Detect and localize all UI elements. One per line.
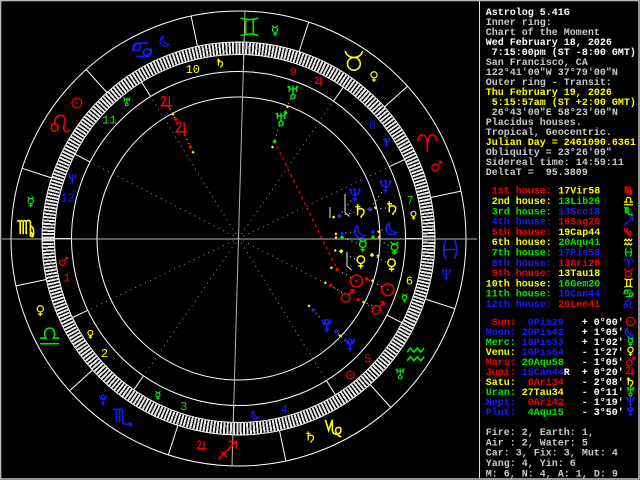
svg-text:17Pis58: 17Pis58 (558, 248, 600, 260)
svg-text:13Lib26: 13Lib26 (558, 196, 600, 208)
svg-text:13Ari26: 13Ari26 (558, 258, 600, 270)
svg-text:7: 7 (407, 194, 414, 208)
svg-text:7th house:: 7th house: (486, 248, 552, 260)
svg-text:4Aqu15: 4Aqu15 (522, 408, 564, 419)
svg-text:- 3°50': - 3°50' (582, 407, 624, 419)
svg-text:2nd house:: 2nd house: (486, 196, 552, 208)
svg-text:Air : 2, Water: 5: Air : 2, Water: 5 (486, 437, 588, 449)
svg-text:9th house:: 9th house: (486, 268, 552, 280)
svg-text:10: 10 (186, 63, 200, 77)
svg-text:3rd house:: 3rd house: (486, 206, 552, 218)
svg-text:5: 5 (364, 352, 371, 366)
svg-text:11th house:: 11th house: (486, 289, 552, 301)
svg-text:Plut:: Plut: (486, 407, 516, 419)
svg-text:8th house:: 8th house: (486, 258, 552, 270)
svg-text:R: R (564, 368, 570, 379)
svg-text:4: 4 (281, 403, 288, 417)
svg-text:1: 1 (63, 272, 70, 286)
svg-text:2: 2 (101, 347, 108, 361)
svg-text:17Vir58: 17Vir58 (558, 186, 600, 198)
svg-text:Car: 3, Fix: 3, Mut: 4: Car: 3, Fix: 3, Mut: 4 (486, 448, 618, 460)
svg-text:DeltaT = 95.3809: DeltaT = 95.3809 (486, 167, 588, 179)
svg-text:4th house:: 4th house: (486, 217, 552, 229)
svg-text:12th house:: 12th house: (486, 299, 552, 311)
svg-text:3: 3 (180, 400, 187, 414)
svg-text:Fire: 2, Earth: 1,: Fire: 2, Earth: 1, (486, 427, 594, 439)
svg-text:1st house:: 1st house: (486, 186, 552, 198)
svg-text:8: 8 (369, 119, 376, 133)
svg-text:12: 12 (60, 191, 74, 205)
svg-text:6: 6 (406, 274, 413, 288)
svg-text:10th house:: 10th house: (486, 278, 552, 290)
svg-text:9: 9 (290, 66, 297, 80)
svg-text:6th house:: 6th house: (486, 237, 552, 249)
svg-text:Yang: 4, Yin: 6: Yang: 4, Yin: 6 (486, 458, 576, 470)
svg-text:5th house:: 5th house: (486, 227, 552, 239)
svg-text:20Leo41: 20Leo41 (558, 300, 600, 311)
svg-text:11: 11 (102, 113, 116, 127)
